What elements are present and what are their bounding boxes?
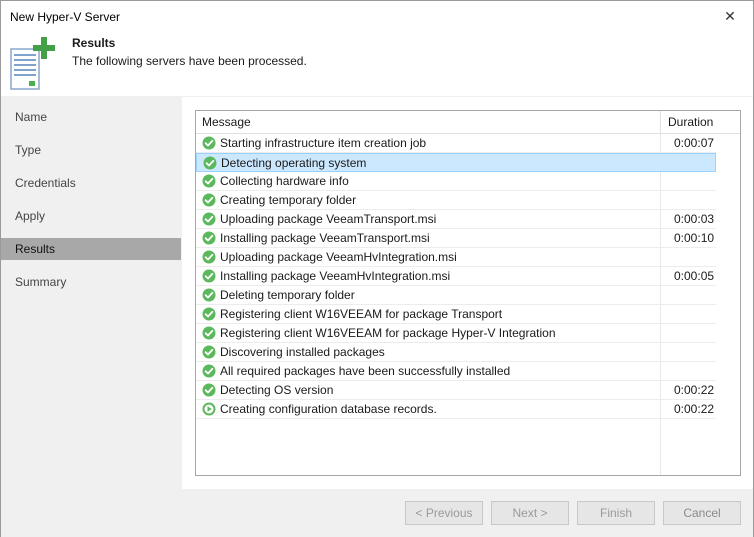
table-header: Message Duration (196, 111, 740, 134)
table-row[interactable]: Starting infrastructure item creation jo… (196, 134, 716, 153)
table-row[interactable]: Discovering installed packages (196, 343, 716, 362)
success-check-icon (202, 212, 216, 226)
table-row[interactable]: Installing package VeeamHvIntegration.ms… (196, 267, 716, 286)
success-check-icon (203, 156, 217, 169)
row-message: Uploading package VeeamTransport.msi (220, 212, 437, 226)
page-subtitle: The following servers have been processe… (72, 54, 307, 68)
table-row[interactable]: Creating configuration database records.… (196, 400, 716, 419)
wizard-window: New Hyper-V Server ✕ Results The followi… (0, 0, 754, 537)
table-row[interactable]: Collecting hardware info (196, 172, 716, 191)
row-duration: 0:00:07 (674, 136, 715, 150)
row-message: Deleting temporary folder (220, 288, 355, 302)
row-duration: 0:00:22 (674, 383, 715, 397)
success-check-icon (202, 364, 216, 378)
row-message: Installing package VeeamTransport.msi (220, 231, 430, 245)
row-message: Creating configuration database records. (220, 402, 437, 416)
next-button[interactable]: Next > (491, 501, 569, 525)
row-message: Registering client W16VEEAM for package … (220, 326, 556, 340)
success-check-icon (202, 326, 216, 340)
table-row[interactable]: Uploading package VeeamHvIntegration.msi (196, 248, 716, 267)
success-check-icon (202, 231, 216, 245)
title-bar: New Hyper-V Server ✕ (1, 1, 753, 33)
close-icon[interactable]: ✕ (707, 1, 753, 31)
server-add-icon (10, 37, 55, 90)
row-message: Starting infrastructure item creation jo… (220, 136, 427, 150)
row-message: Uploading package VeeamHvIntegration.msi (220, 250, 457, 264)
results-panel: Message Duration Starting infrastructure… (182, 97, 753, 489)
page-title: Results (72, 36, 116, 50)
step-apply[interactable]: Apply (1, 205, 181, 227)
wizard-header: Results The following servers have been … (1, 33, 753, 96)
table-row[interactable]: Deleting temporary folder (196, 286, 716, 305)
table-row[interactable]: Creating temporary folder (196, 191, 716, 210)
row-duration: 0:00:22 (674, 402, 715, 416)
row-message: Installing package VeeamHvIntegration.ms… (220, 269, 451, 283)
success-check-icon (202, 174, 216, 188)
success-check-icon (202, 269, 216, 283)
success-check-icon (202, 250, 216, 264)
step-results[interactable]: Results (1, 238, 181, 260)
running-status-icon (202, 402, 216, 416)
column-header-message[interactable]: Message (202, 111, 251, 134)
row-message: All required packages have been successf… (220, 364, 511, 378)
step-name[interactable]: Name (1, 106, 181, 128)
row-message: Creating temporary folder (220, 193, 357, 207)
success-check-icon (202, 288, 216, 302)
success-check-icon (202, 136, 216, 150)
table-row[interactable]: Uploading package VeeamTransport.msi 0:00… (196, 210, 716, 229)
column-header-duration[interactable]: Duration (660, 111, 740, 134)
success-check-icon (202, 193, 216, 207)
row-duration: 0:00:05 (674, 269, 715, 283)
table-row[interactable]: Installing package VeeamTransport.msi 0:0… (196, 229, 716, 248)
wizard-steps: Name Type Credentials Apply Results Summ… (1, 97, 181, 489)
table-row[interactable]: Registering client W16VEEAM for package … (196, 305, 716, 324)
wizard-footer: < Previous Next > Finish Cancel (1, 489, 753, 537)
row-message: Detecting operating system (221, 155, 367, 170)
table-row[interactable]: Detecting operating system (196, 153, 716, 172)
step-type[interactable]: Type (1, 139, 181, 161)
table-row[interactable]: Detecting OS version 0:00:22 (196, 381, 716, 400)
success-check-icon (202, 345, 216, 359)
cancel-button[interactable]: Cancel (663, 501, 741, 525)
success-check-icon (202, 383, 216, 397)
row-message: Detecting OS version (220, 383, 334, 397)
row-duration: 0:00:10 (674, 231, 715, 245)
table-row[interactable]: All required packages have been successf… (196, 362, 716, 381)
row-message: Registering client W16VEEAM for package … (220, 307, 503, 321)
results-table[interactable]: Message Duration Starting infrastructure… (195, 110, 741, 476)
row-message: Discovering installed packages (220, 345, 385, 359)
finish-button[interactable]: Finish (577, 501, 655, 525)
window-title: New Hyper-V Server (10, 10, 121, 24)
step-summary[interactable]: Summary (1, 271, 181, 293)
table-body: Starting infrastructure item creation jo… (196, 134, 740, 419)
row-message: Collecting hardware info (220, 174, 349, 188)
row-duration: 0:00:03 (674, 212, 715, 226)
table-row[interactable]: Registering client W16VEEAM for package … (196, 324, 716, 343)
step-credentials[interactable]: Credentials (1, 172, 181, 194)
success-check-icon (202, 307, 216, 321)
previous-button[interactable]: < Previous (405, 501, 483, 525)
